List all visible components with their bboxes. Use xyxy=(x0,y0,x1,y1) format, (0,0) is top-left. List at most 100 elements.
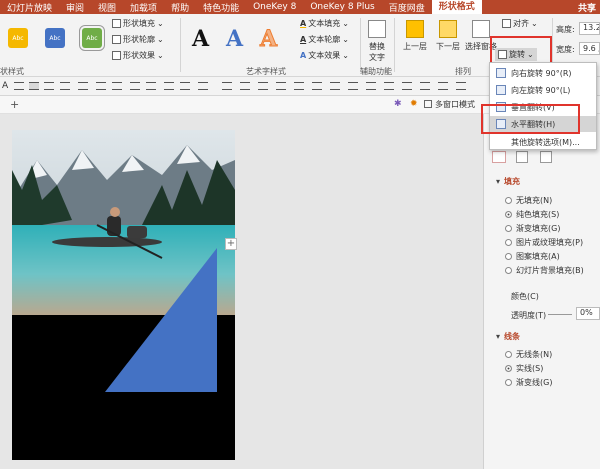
fill-section-title[interactable]: ▾ 填充 xyxy=(496,176,520,187)
font-icon[interactable]: A xyxy=(2,81,8,91)
merge-icon[interactable] xyxy=(384,82,394,90)
text-direction-icon[interactable] xyxy=(198,82,208,90)
alt-text-button[interactable]: 替换 文字 xyxy=(366,20,388,63)
distribute-icon[interactable] xyxy=(78,82,88,90)
rotate-right-90[interactable]: 向右旋转 90°(R) xyxy=(490,65,596,81)
wordart-black[interactable]: A xyxy=(192,26,209,52)
gear-icon[interactable]: ✱ xyxy=(394,99,402,109)
menu-onekey8[interactable]: OneKey 8 xyxy=(246,2,303,12)
rotate-left-icon xyxy=(496,85,506,95)
style-swatch-yellow[interactable]: Abc xyxy=(8,28,28,48)
sun-icon[interactable]: ✹ xyxy=(410,99,418,109)
menu-slideshow[interactable]: 幻灯片放映 xyxy=(0,1,59,14)
fill-option-solid[interactable]: 纯色填充(S) xyxy=(505,209,559,220)
align-center-icon[interactable] xyxy=(29,82,39,90)
fill-option-picture[interactable]: 图片或纹理填充(P) xyxy=(505,237,583,248)
radio-icon xyxy=(505,365,512,372)
menu-baidu[interactable]: 百度网盘 xyxy=(382,1,432,14)
text-outline-button[interactable]: A 文本轮廓 ⌄ xyxy=(300,34,349,45)
align-right-icon[interactable] xyxy=(44,82,54,90)
add-icon[interactable]: + xyxy=(10,98,19,111)
style-swatch-blue[interactable]: Abc xyxy=(45,28,65,48)
rotate-right-icon xyxy=(496,68,506,78)
numbering-icon[interactable] xyxy=(112,82,122,90)
fill-option-none[interactable]: 无填充(N) xyxy=(505,195,552,206)
align-middle-icon[interactable] xyxy=(240,82,250,90)
width-input[interactable]: 9.6 厘 xyxy=(579,42,600,55)
radio-icon xyxy=(505,211,512,218)
flip-icon[interactable] xyxy=(402,82,412,90)
paint-bucket-icon xyxy=(112,19,121,28)
radio-icon xyxy=(505,351,512,358)
line-section-title[interactable]: ▾ 线条 xyxy=(496,331,520,342)
bring-forward-button[interactable]: 上一层 xyxy=(398,20,432,52)
indent-icon[interactable] xyxy=(130,82,140,90)
radio-icon xyxy=(505,267,512,274)
radio-icon xyxy=(505,225,512,232)
line-option-none[interactable]: 无线条(N) xyxy=(505,349,552,360)
multiwindow-icon[interactable] xyxy=(424,100,432,108)
ungroup-icon[interactable] xyxy=(366,82,376,90)
size-icon[interactable] xyxy=(312,82,322,90)
group-icon[interactable] xyxy=(348,82,358,90)
menu-features[interactable]: 特色功能 xyxy=(196,1,246,14)
height-input[interactable]: 13.21 xyxy=(579,22,600,35)
format-shape-pane xyxy=(483,114,600,469)
fill-option-pattern[interactable]: 图案填充(A) xyxy=(505,251,560,262)
line-spacing-icon[interactable] xyxy=(164,82,174,90)
distribute-h-icon[interactable] xyxy=(276,82,286,90)
arrange-icon[interactable] xyxy=(456,82,466,90)
shape-effect-button[interactable]: 形状效果 ⌄ xyxy=(112,50,164,61)
bullets-icon[interactable] xyxy=(96,82,106,90)
menu-view[interactable]: 视图 xyxy=(91,1,123,14)
radio-icon xyxy=(505,239,512,246)
crop-icon[interactable] xyxy=(330,82,340,90)
effects-tab-icon[interactable] xyxy=(516,151,528,163)
wordart-blue[interactable]: A xyxy=(226,26,243,52)
align-left-icon[interactable] xyxy=(14,82,24,90)
text-effect-button[interactable]: A 文本效果 ⌄ xyxy=(300,50,349,61)
align-button[interactable]: 对齐 ⌄ xyxy=(502,18,538,29)
align-top-icon[interactable] xyxy=(222,82,232,90)
selection-handle-plus[interactable]: + xyxy=(225,238,237,250)
menu-shape-format[interactable]: 形状格式 xyxy=(431,0,482,14)
menu-review[interactable]: 审阅 xyxy=(59,1,91,14)
distribute-v-icon[interactable] xyxy=(294,82,304,90)
fill-line-tab-icon[interactable] xyxy=(492,151,506,163)
blue-triangle-shape[interactable] xyxy=(105,248,217,392)
menu-onekey8plus[interactable]: OneKey 8 Plus xyxy=(303,2,381,12)
outdent-icon[interactable] xyxy=(146,82,156,90)
justify-icon[interactable] xyxy=(60,82,70,90)
text-fill-icon: A xyxy=(300,19,307,28)
caret-down-icon: ▾ xyxy=(496,332,501,341)
text-effect-icon: A xyxy=(300,51,307,60)
align-bottom-icon[interactable] xyxy=(258,82,268,90)
size-tab-icon[interactable] xyxy=(540,151,552,163)
line-option-solid[interactable]: 实线(S) xyxy=(505,363,543,374)
style-swatch-green[interactable]: Abc xyxy=(79,25,105,51)
menu-addins[interactable]: 加载项 xyxy=(123,1,164,14)
transparency-input[interactable]: 0% xyxy=(576,307,600,320)
rotate-small-icon[interactable] xyxy=(420,82,430,90)
menu-help[interactable]: 帮助 xyxy=(164,1,196,14)
shape-outline-button[interactable]: 形状轮廓 ⌄ xyxy=(112,34,164,45)
text-fill-button[interactable]: A 文本填充 ⌄ xyxy=(300,18,349,29)
width-field: 宽度: xyxy=(556,45,575,54)
shape-fill-button[interactable]: 形状填充 ⌄ xyxy=(112,18,164,29)
columns-icon[interactable] xyxy=(180,82,190,90)
more-rotation-options[interactable]: 其他旋转选项(M)... xyxy=(490,134,596,150)
wordart-orange[interactable]: A xyxy=(259,26,277,53)
arrange-label: 排列 xyxy=(455,67,471,76)
order-icon[interactable] xyxy=(438,82,448,90)
fill-option-gradient[interactable]: 渐变填充(G) xyxy=(505,223,560,234)
line-option-gradient[interactable]: 渐变线(G) xyxy=(505,377,552,388)
multiwindow-mode[interactable]: 多窗口模式 xyxy=(435,99,475,110)
share-button[interactable]: 共享 xyxy=(578,1,600,14)
send-backward-button[interactable]: 下一层 xyxy=(432,20,464,52)
rotate-left-90[interactable]: 向左旋转 90°(L) xyxy=(490,82,596,98)
transparency-slider[interactable] xyxy=(548,314,572,315)
color-label: 颜色(C) xyxy=(511,292,539,301)
fill-option-slide-bg[interactable]: 幻灯片背景填充(B) xyxy=(505,265,584,276)
ribbon-separator xyxy=(180,18,181,72)
accessibility-label: 辅助功能 xyxy=(360,67,392,76)
